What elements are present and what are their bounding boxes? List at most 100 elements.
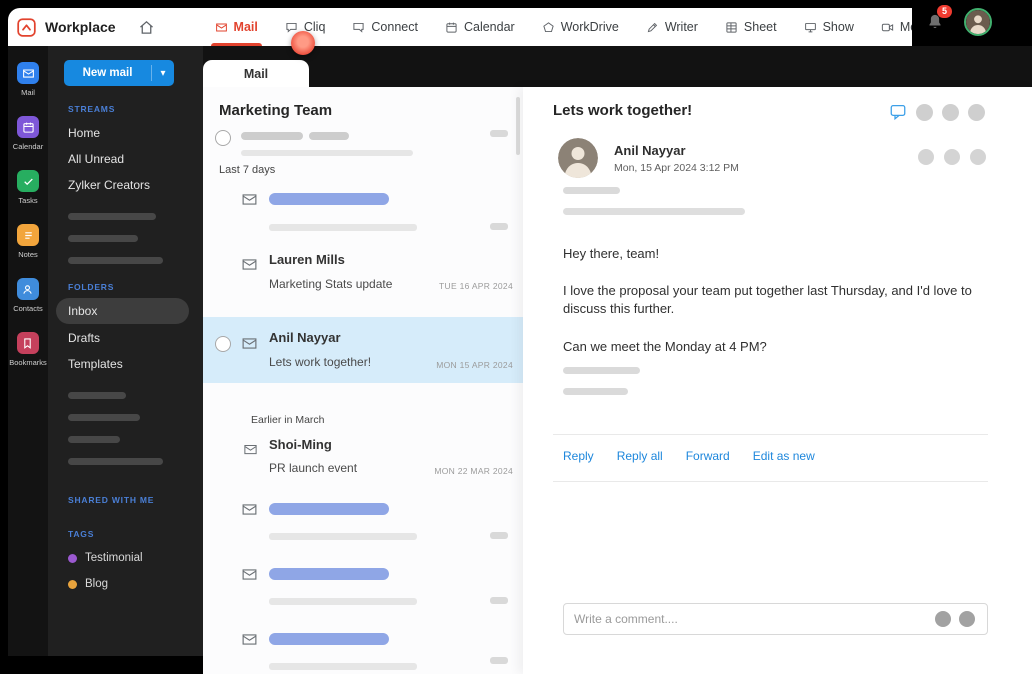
date-placeholder-bar [490,532,508,539]
group-label-recent: Last 7 days [219,164,276,176]
rail-item-mail[interactable]: Mail [17,62,39,97]
tag-item-testimonial[interactable]: Testimonial [48,545,203,571]
mail-sidebar: New mail ▾ STREAMS Home All Unread Zylke… [48,46,203,656]
nav-writer[interactable]: Writer [646,8,698,46]
mail-list-item[interactable] [203,623,523,674]
bookmarks-app-icon [16,332,39,354]
message-actions [918,149,986,165]
mail-list-item[interactable]: Shoi-Ming PR launch event MON 22 MAR 202… [203,431,523,489]
folders-section-label: FOLDERS [68,282,115,292]
notes-app-icon [17,224,39,246]
nav-calendar[interactable]: Calendar [445,8,515,46]
scrollbar-thumb[interactable] [516,97,520,155]
placeholder-bar [68,414,140,421]
mail-app-icon [17,62,39,84]
mail-sender: Shoi-Ming [269,437,332,452]
sidebar-item-templates[interactable]: Templates [48,351,203,377]
mail-list-item-selected[interactable]: Anil Nayyar Lets work together! MON 15 A… [203,317,523,383]
subject-placeholder-bar [269,193,389,205]
comment-icon[interactable] [889,103,907,121]
tag-item-blog[interactable]: Blog [48,571,203,597]
comment-input[interactable] [564,612,935,626]
rail-item-contacts[interactable]: Contacts [13,278,43,313]
tags-section-label: TAGS [68,529,95,539]
nav-label: Calendar [463,20,515,34]
placeholder-bar [241,150,413,156]
comment-tool-button[interactable] [935,611,951,627]
toolbar-action-button[interactable] [942,103,959,121]
user-avatar[interactable] [964,8,992,36]
tag-color-dot [68,579,77,589]
toolbar-action-button[interactable] [916,103,933,121]
rail-item-bookmarks[interactable]: Bookmarks [9,332,47,367]
sidebar-item-zylker-creators[interactable]: Zylker Creators [48,172,203,198]
message-action-button[interactable] [944,149,960,165]
date-placeholder-bar [490,223,508,230]
select-mail-checkbox[interactable] [215,336,231,352]
toolbar-action-button[interactable] [968,103,985,121]
mail-list-item[interactable]: Lauren Mills Marketing Stats update TUE … [203,247,523,309]
rail-item-calendar[interactable]: Calendar [13,116,43,151]
body-greeting: Hey there, team! [563,246,660,261]
sidebar-item-inbox[interactable]: Inbox [56,298,189,324]
rail-label: Bookmarks [9,358,47,367]
mail-list-item[interactable] [203,183,523,243]
message-timestamp: Mon, 15 Apr 2024 3:12 PM [614,162,739,174]
chevron-down-icon[interactable]: ▾ [152,68,174,79]
reply-link[interactable]: Reply [563,449,594,463]
mail-icon [215,21,228,34]
tab-strip: Mail [203,46,1032,87]
message-action-button[interactable] [970,149,986,165]
reply-all-link[interactable]: Reply all [617,449,663,463]
mail-date: TUE 16 APR 2024 [439,281,513,291]
sender-name: Anil Nayyar [614,143,686,158]
message-action-button[interactable] [918,149,934,165]
placeholder-bar [563,187,620,194]
presentation-icon [804,21,817,34]
streams-section-label: STREAMS [68,104,116,114]
date-placeholder-bar [490,130,508,137]
mail-list-item[interactable] [203,493,523,553]
tab-mail[interactable]: Mail [203,60,309,87]
sidebar-item-home[interactable]: Home [48,120,203,146]
select-all-checkbox[interactable] [215,130,231,146]
placeholder-bar [563,388,628,395]
envelope-icon [241,335,258,352]
forward-link[interactable]: Forward [686,449,730,463]
rail-item-tasks[interactable]: Tasks [17,170,39,205]
nav-mail[interactable]: Mail [210,8,263,46]
comment-tools [935,611,987,627]
envelope-icon [241,191,258,208]
nav-show[interactable]: Show [804,8,854,46]
comment-tool-button[interactable] [959,611,975,627]
calendar-app-icon [17,116,39,138]
click-indicator [291,31,315,55]
mail-sender: Anil Nayyar [269,330,341,345]
body-paragraph: I love the proposal your team put togeth… [563,283,972,317]
new-mail-button[interactable]: New mail ▾ [64,60,174,86]
edit-as-new-link[interactable]: Edit as new [753,449,815,463]
main-area: Mail Marketing Team Last 7 days Lauren M… [203,46,1032,674]
top-nav: Mail Cliq Connect Calendar WorkDrive Wri… [210,8,944,46]
sidebar-item-all-unread[interactable]: All Unread [48,146,203,172]
brand: Workplace [8,17,155,38]
tag-label: Testimonial [85,552,143,564]
nav-workdrive[interactable]: WorkDrive [542,8,619,46]
sidebar-item-drafts[interactable]: Drafts [48,325,203,351]
notification-bell-icon[interactable]: 5 [926,5,953,36]
tag-color-dot [68,553,77,563]
rail-item-notes[interactable]: Notes [17,224,39,259]
mail-list-item[interactable] [203,558,523,618]
placeholder-bar [269,224,417,231]
placeholder-bar [68,458,163,465]
notification-badge: 5 [937,5,953,18]
home-icon[interactable] [138,19,155,36]
grid-icon [725,21,738,34]
nav-sheet[interactable]: Sheet [725,8,777,46]
reply-actions: Reply Reply all Forward Edit as new [563,449,815,463]
pen-icon [646,21,659,34]
reader-toolbar [889,103,985,121]
nav-connect[interactable]: Connect [352,8,418,46]
contacts-app-icon [16,278,39,300]
nav-label: Mail [233,20,258,34]
